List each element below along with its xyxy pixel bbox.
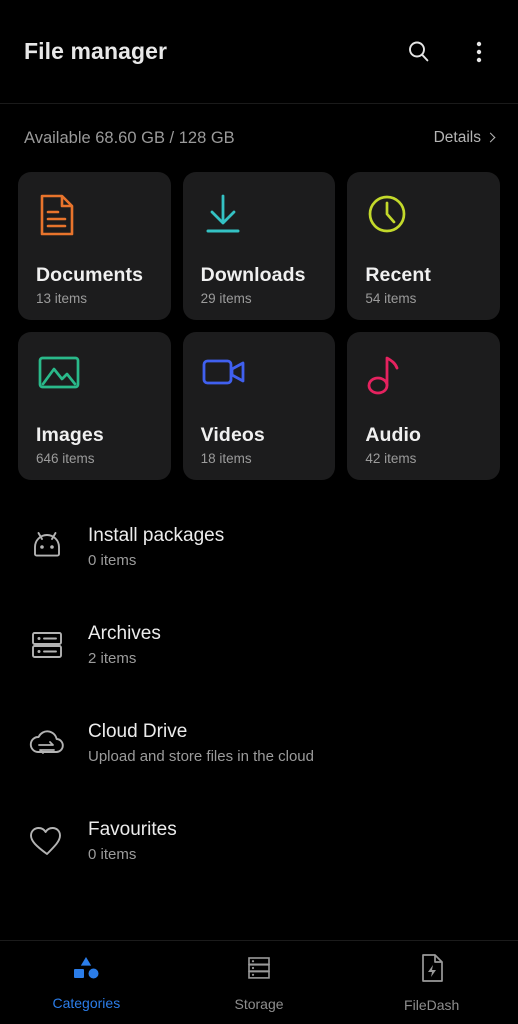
category-label: Videos — [200, 424, 265, 446]
list-item-title: Archives — [88, 623, 161, 644]
list-item-title: Favourites — [88, 819, 177, 840]
list-item-archives[interactable]: Archives 2 items — [0, 596, 518, 694]
nav-label: FileDash — [404, 996, 460, 1013]
nav-label: Storage — [234, 995, 284, 1012]
category-count: 646 items — [36, 451, 95, 466]
category-count: 13 items — [36, 291, 88, 306]
clock-icon — [365, 192, 484, 240]
storage-summary: Available 68.60 GB / 128 GB Details — [0, 104, 518, 172]
chevron-right-icon — [485, 132, 496, 143]
cloud-sync-icon — [24, 726, 70, 760]
bottom-navigation: Categories Storage FileDash — [0, 940, 518, 1024]
category-card-recent[interactable]: Recent 54 items — [347, 172, 500, 320]
nav-label: Categories — [52, 994, 121, 1011]
category-card-videos[interactable]: Videos 18 items — [182, 332, 336, 480]
image-icon — [36, 352, 155, 400]
list-item-subtitle: 2 items — [88, 650, 137, 667]
nav-item-filedash[interactable]: FileDash — [345, 941, 518, 1024]
category-label: Images — [36, 424, 104, 446]
category-grid: Documents 13 items Downloads 29 items Re… — [0, 172, 518, 480]
list-item-subtitle: 0 items — [88, 846, 137, 863]
category-card-documents[interactable]: Documents 13 items — [18, 172, 171, 320]
category-card-images[interactable]: Images 646 items — [18, 332, 171, 480]
document-icon — [36, 192, 155, 240]
shortcut-list: Install packages 0 items Archives 2 item… — [0, 498, 518, 890]
category-count: 54 items — [365, 291, 417, 306]
list-item-subtitle: Upload and store files in the cloud — [88, 748, 314, 765]
category-label: Recent — [365, 264, 431, 286]
details-label: Details — [433, 129, 481, 146]
list-item-cloud-drive[interactable]: Cloud Drive Upload and store files in th… — [0, 694, 518, 792]
music-note-icon — [365, 352, 484, 400]
category-count: 42 items — [365, 451, 417, 466]
search-icon[interactable] — [402, 35, 436, 69]
nav-item-categories[interactable]: Categories — [0, 941, 173, 1024]
file-bolt-icon — [419, 953, 445, 988]
app-bar-actions — [402, 35, 496, 69]
video-icon — [201, 352, 320, 400]
list-item-favourites[interactable]: Favourites 0 items — [0, 792, 518, 890]
more-vertical-icon[interactable] — [462, 35, 496, 69]
list-item-title: Install packages — [88, 525, 225, 546]
file-manager-screen: File manager Available 68.60 GB / 128 GB… — [0, 0, 518, 1024]
category-card-audio[interactable]: Audio 42 items — [347, 332, 500, 480]
android-icon — [24, 528, 70, 566]
details-button[interactable]: Details — [433, 129, 496, 147]
list-item-title: Cloud Drive — [88, 721, 188, 742]
nav-item-storage[interactable]: Storage — [173, 941, 346, 1024]
archive-icon — [24, 628, 70, 662]
storage-icon — [245, 954, 273, 987]
storage-available-text: Available 68.60 GB / 128 GB — [24, 128, 235, 147]
list-item-text: Cloud Drive Upload and store files in th… — [88, 721, 314, 765]
category-label: Audio — [365, 424, 422, 446]
category-label: Downloads — [200, 264, 306, 286]
category-count: 18 items — [200, 451, 252, 466]
page-title: File manager — [24, 38, 168, 64]
list-item-text: Install packages 0 items — [88, 525, 224, 569]
app-bar: File manager — [0, 0, 518, 104]
list-item-subtitle: 0 items — [88, 552, 137, 569]
list-item-install-packages[interactable]: Install packages 0 items — [0, 498, 518, 596]
category-count: 29 items — [200, 291, 252, 306]
category-card-downloads[interactable]: Downloads 29 items — [182, 172, 336, 320]
heart-icon — [24, 824, 70, 858]
shapes-icon — [71, 955, 101, 986]
download-icon — [201, 192, 320, 240]
category-label: Documents — [36, 264, 144, 286]
list-item-text: Archives 2 items — [88, 623, 161, 667]
list-item-text: Favourites 0 items — [88, 819, 177, 863]
